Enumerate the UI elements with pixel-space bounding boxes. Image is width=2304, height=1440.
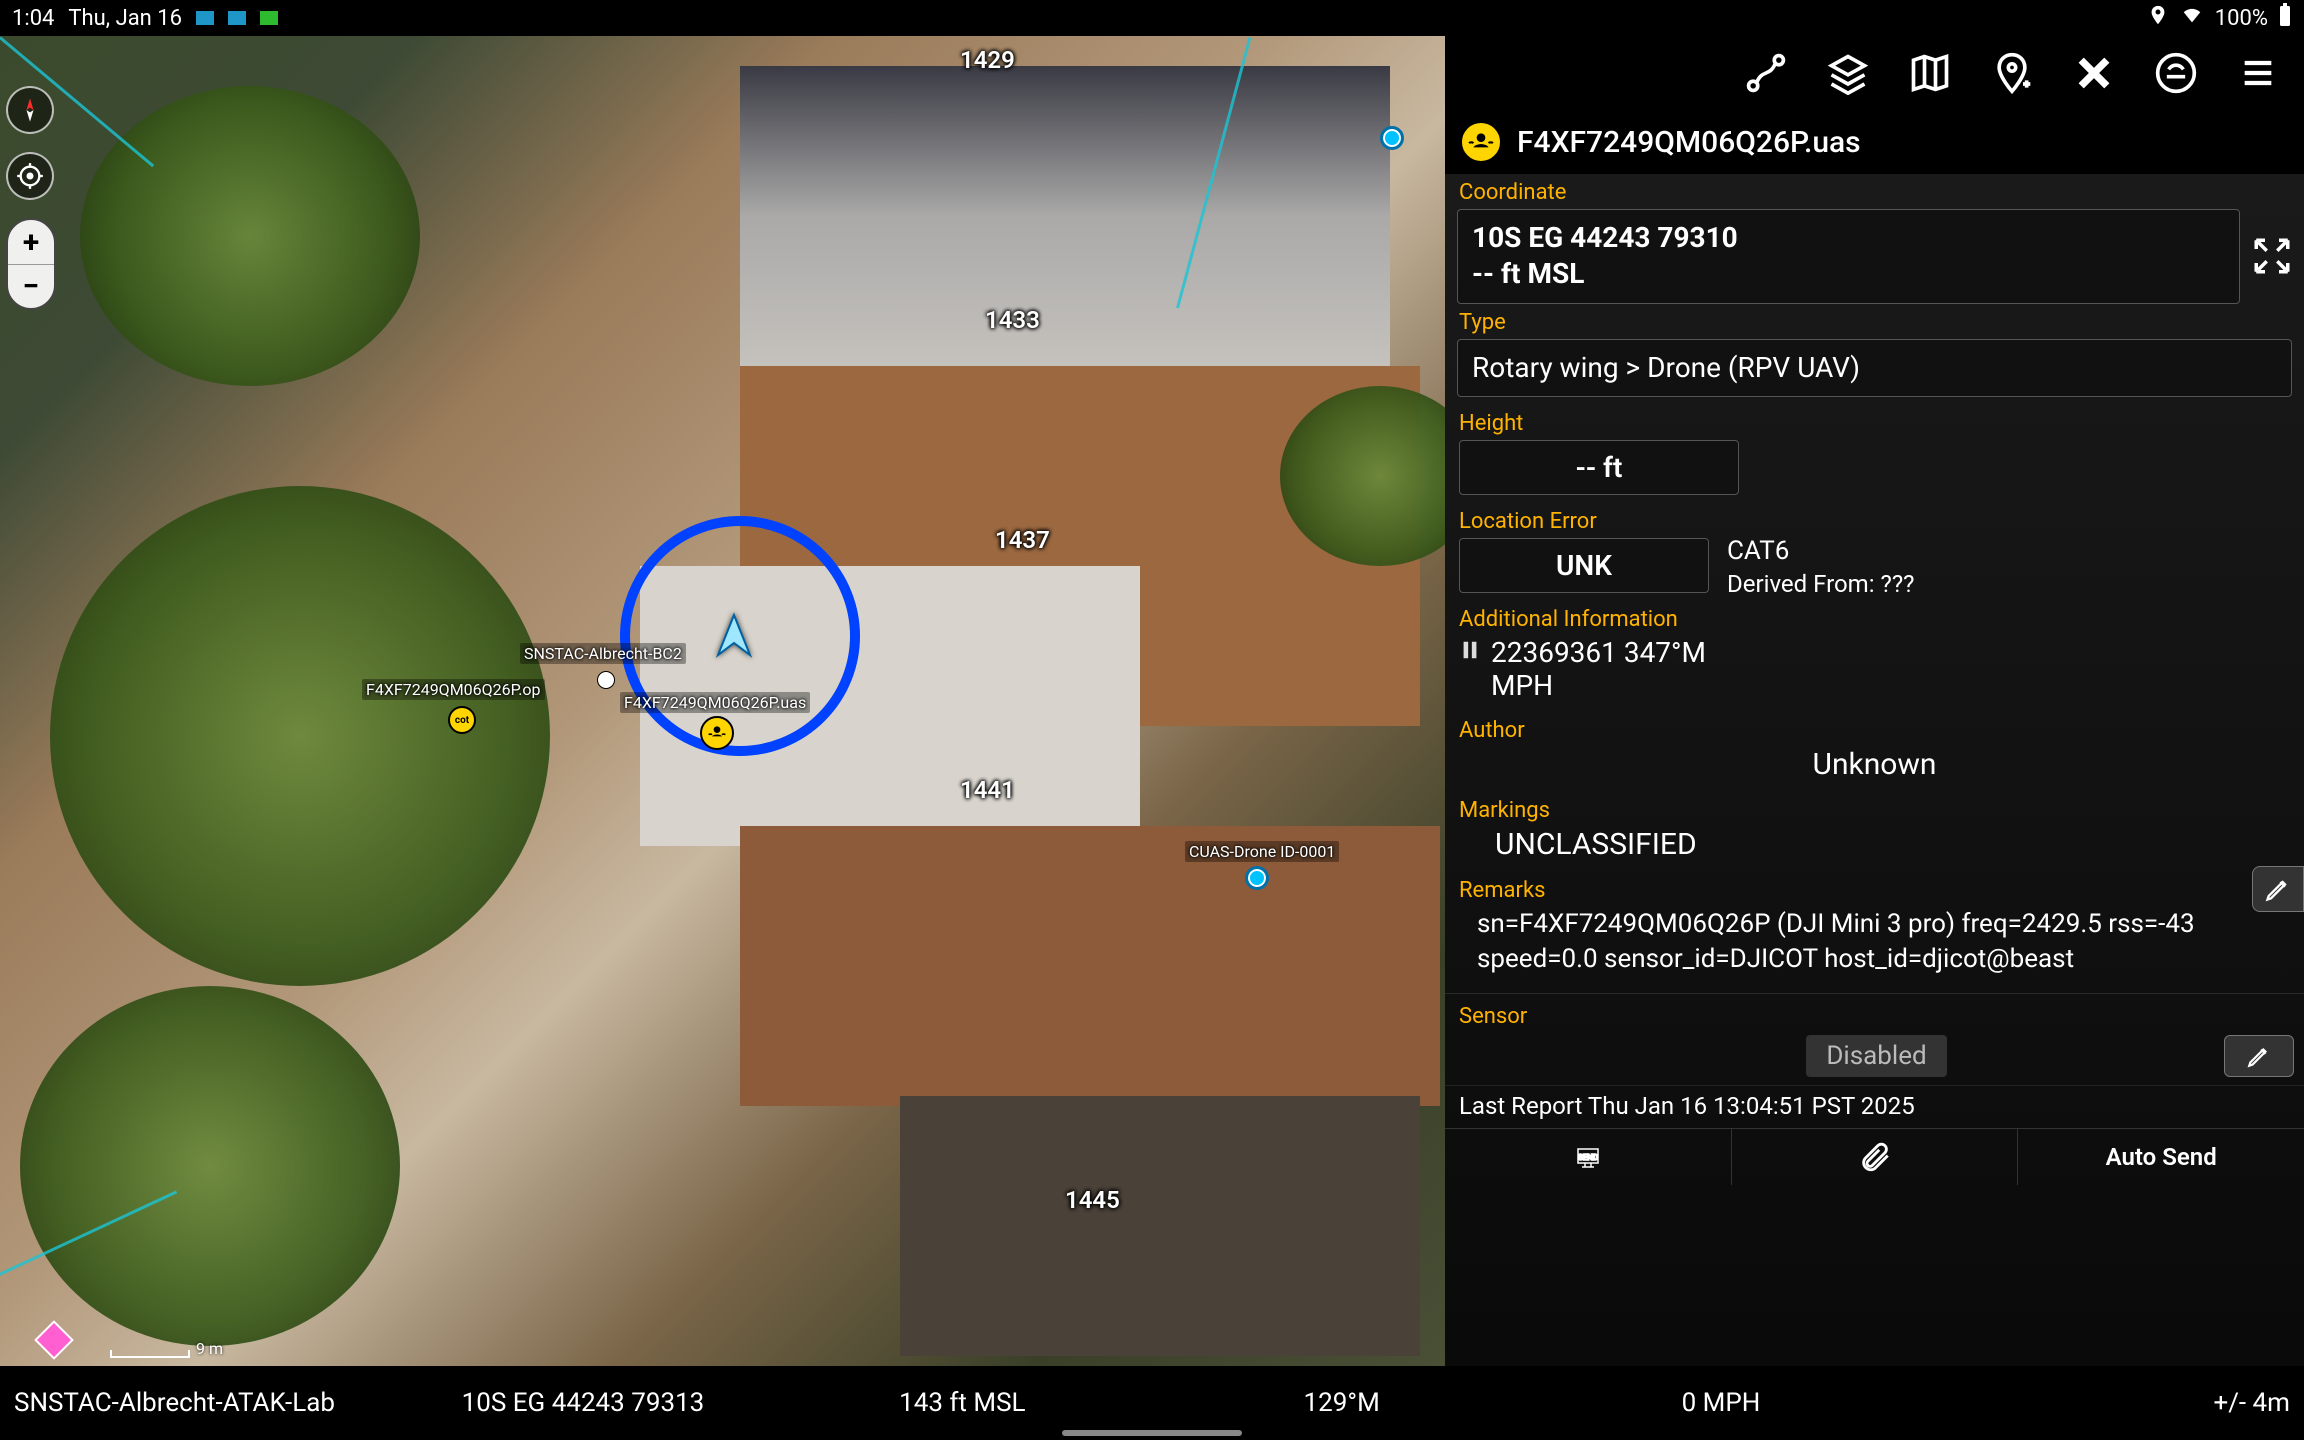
height-button[interactable]: -- ft [1459,440,1739,495]
maps-icon[interactable] [1902,45,1958,101]
last-report: Last Report Thu Jan 16 13:04:51 PST 2025 [1445,1085,2304,1128]
label-author: Author [1445,712,2304,743]
location-error-button[interactable]: UNK [1459,538,1709,593]
attachment-button[interactable] [1732,1129,2019,1185]
object-type-icon[interactable] [1459,120,1503,164]
auto-send-button[interactable]: Auto Send [2018,1129,2304,1185]
map-scale: 9 m [110,1339,223,1358]
object-title: F4XF7249QM06Q26P.uas [1517,125,1861,160]
zoom-control: + − [6,218,56,310]
route-tool-icon[interactable] [1738,45,1794,101]
label-height: Height [1445,405,2304,436]
marker-self-dot[interactable] [597,671,615,689]
notif-chip-icon [196,11,214,25]
status-date: Thu, Jan 16 [68,6,182,31]
label-coordinate: Coordinate [1445,174,2304,205]
additional-line2: MPH [1491,669,1706,702]
android-nav-handle[interactable] [1062,1430,1242,1436]
add-marker-icon[interactable] [1984,45,2040,101]
send-button[interactable]: SEND [1445,1129,1732,1185]
label-sensor: Sensor [1445,998,2304,1029]
label-type: Type [1445,310,2304,335]
expand-pan-icon[interactable] [2246,209,2298,304]
sensor-status[interactable]: Disabled [1806,1035,1946,1077]
wifi-icon [2179,4,2205,32]
status-time: 1:04 [12,6,54,31]
battery-text: 100% [2215,6,2268,31]
bb-speed[interactable]: 0 MPH [1531,1388,1910,1418]
marker-track-icon[interactable] [1380,126,1404,150]
map-canvas[interactable]: 1429 1433 1437 1441 1445 SNSTAC-Albrecht… [0,36,1445,1366]
pause-icon[interactable] [1459,636,1481,671]
compass-button[interactable] [6,86,54,134]
label-additional-info: Additional Information [1445,601,2304,632]
type-field[interactable]: Rotary wing > Drone (RPV UAV) [1457,339,2292,397]
location-error-category: CAT6 [1727,535,1915,569]
author-value: Unknown [1445,743,2304,792]
marker-cuas-icon[interactable] [1245,866,1269,890]
bb-accuracy[interactable]: +/- 4m [1911,1388,2290,1418]
panel-scroll[interactable]: Coordinate 10S EG 44243 79310 -- ft MSL … [1445,174,2304,1366]
top-toolbar [1445,36,2304,110]
coordinate-mgrs: 10S EG 44243 79310 [1472,220,2225,256]
marker-op-icon[interactable]: cot [448,706,476,734]
remarks-text: sn=F4XF7249QM06Q26P (DJI Mini 3 pro) fre… [1445,903,2304,989]
zoom-out-button[interactable]: − [8,264,54,308]
auto-send-label: Auto Send [2106,1143,2217,1171]
map-scale-label: 9 m [196,1339,223,1358]
locate-self-button[interactable] [6,152,54,200]
bb-mgrs[interactable]: 10S EG 44243 79313 [393,1388,772,1418]
bb-callsign[interactable]: SNSTAC-Albrecht-ATAK-Lab [14,1388,393,1418]
bb-alt[interactable]: 143 ft MSL [773,1388,1152,1418]
type-value: Rotary wing > Drone (RPV UAV) [1472,351,1860,384]
bb-heading[interactable]: 129°M [1152,1388,1531,1418]
bottom-status-bar: SNSTAC-Albrecht-ATAK-Lab 10S EG 44243 79… [0,1366,2304,1440]
marker-waypoint-icon[interactable] [34,1320,74,1360]
action-row: SEND Auto Send [1445,1128,2304,1185]
label-location-error: Location Error [1445,503,2304,534]
marker-uas-icon[interactable] [700,716,734,750]
markings-value: UNCLASSIFIED [1445,823,2304,872]
label-markings: Markings [1445,792,2304,823]
hamburger-menu-icon[interactable] [2230,45,2286,101]
zoom-in-button[interactable]: + [8,220,54,264]
location-icon [2147,4,2169,32]
additional-line1: 22369361 347°M [1491,636,1706,669]
height-value: -- ft [1576,451,1623,484]
coordinate-alt: -- ft MSL [1472,256,2225,292]
battery-icon [2278,3,2292,33]
layers-icon[interactable] [1820,45,1876,101]
location-error-value: UNK [1556,549,1612,582]
notif-chip-icon [260,11,278,25]
android-status-bar: 1:04 Thu, Jan 16 100% [0,0,2304,36]
coordinate-field[interactable]: 10S EG 44243 79310 -- ft MSL [1457,209,2240,304]
notif-chip-icon [228,11,246,25]
object-header: F4XF7249QM06Q26P.uas [1445,110,2304,174]
label-remarks: Remarks [1445,872,2304,903]
location-error-derived: Derived From: ??? [1727,569,1915,600]
svg-text:SEND: SEND [1578,1153,1598,1162]
close-icon[interactable] [2066,45,2122,101]
edit-sensor-button[interactable] [2224,1035,2294,1077]
tak-logo-icon[interactable] [2148,45,2204,101]
detail-panel: F4XF7249QM06Q26P.uas Coordinate 10S EG 4… [1445,36,2304,1366]
edit-remarks-button[interactable] [2252,866,2304,912]
